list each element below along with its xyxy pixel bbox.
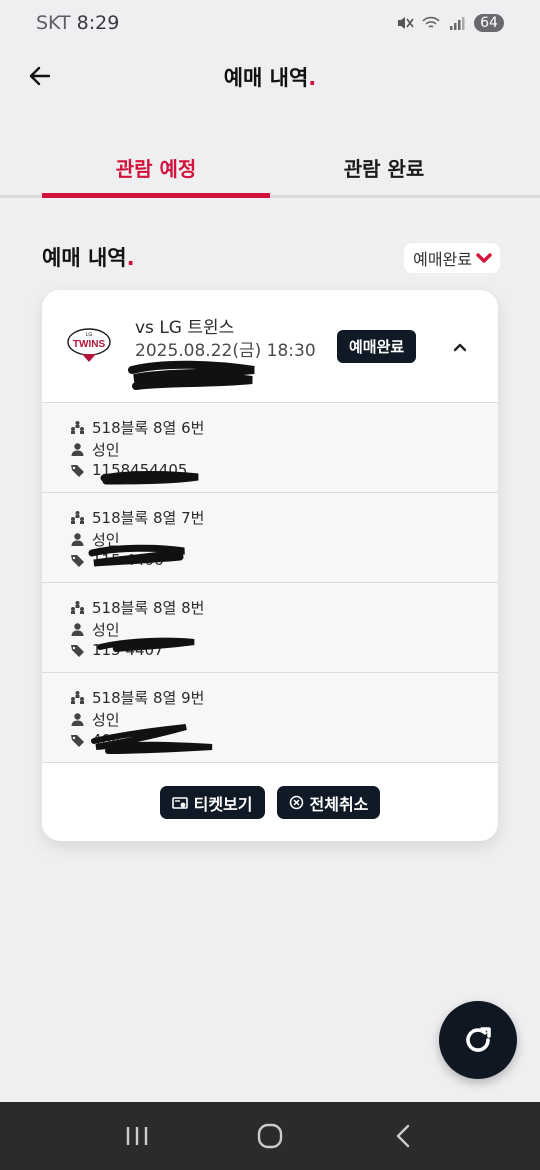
redaction-scribble: [91, 724, 213, 754]
app-header: 예매 내역.: [0, 46, 540, 108]
redaction-scribble: [128, 360, 255, 390]
tag-icon: [71, 644, 84, 657]
seat-block-icon: [71, 691, 84, 704]
cancel-all-button[interactable]: 전체취소: [276, 786, 381, 819]
tab-upcoming[interactable]: 관람 예정: [42, 140, 270, 198]
tab-bar: 관람 예정 관람 완료: [0, 140, 540, 198]
status-filter-value: 예매완료: [413, 250, 472, 269]
lg-twins-logo: LG TWINS: [67, 328, 111, 362]
tag-icon: [71, 464, 84, 477]
seat-info: 518블록 8열 7번: [70, 507, 204, 528]
seat-info: 518블록 8열 9번: [70, 687, 204, 708]
seat-row: 518블록 8열 7번 성인 115 4406: [42, 493, 498, 583]
redaction-scribble: [100, 471, 199, 485]
clock: 8:29: [76, 12, 120, 34]
arrow-left-icon: [29, 66, 51, 86]
person-icon: [71, 623, 84, 636]
booking-card-header: LG TWINS vs LG 트윈스 2025.08.22(금) 18:30 예…: [42, 290, 498, 403]
ticket-type-label: 성인: [92, 441, 120, 459]
booking-status-badge: 예매완료: [337, 330, 417, 363]
signal-icon: [450, 17, 465, 30]
home-button[interactable]: [250, 1116, 290, 1156]
chevron-down-icon: [476, 253, 492, 263]
person-icon: [71, 533, 84, 546]
carrier-label: SKT: [36, 12, 71, 34]
chevron-left-icon: [397, 1124, 410, 1148]
chevron-up-icon[interactable]: [449, 336, 471, 358]
tag-icon: [71, 554, 84, 567]
tab-watched[interactable]: 관람 완료: [270, 140, 498, 195]
seat-info: 518블록 8열 8번: [70, 597, 204, 618]
refresh-icon: [466, 1027, 491, 1052]
battery-indicator: 64: [474, 14, 504, 32]
ticket-type: 성인: [70, 439, 120, 460]
view-ticket-button[interactable]: 티켓보기: [159, 786, 265, 819]
seat-block-icon: [71, 421, 84, 434]
page-title-dot: .: [308, 66, 317, 90]
redaction-scribble: [97, 637, 195, 652]
logo-small-text: LG: [86, 332, 93, 338]
mute-icon: [398, 17, 414, 29]
section-title: 예매 내역.: [42, 242, 135, 272]
page-title-text: 예매 내역: [223, 66, 309, 90]
seat-block-icon: [71, 511, 84, 524]
wifi-icon: [422, 16, 440, 28]
seat-label: 518블록 8열 7번: [92, 509, 205, 527]
match-datetime: 2025.08.22(금) 18:30: [135, 341, 316, 361]
tag-icon: [71, 734, 84, 747]
seat-row: 518블록 8열 8번 성인 115 4407: [42, 583, 498, 673]
booking-card: LG TWINS vs LG 트윈스 2025.08.22(금) 18:30 예…: [42, 290, 498, 841]
ticket-icon: [171, 796, 188, 809]
person-icon: [71, 443, 84, 456]
cancel-all-label: 전체취소: [309, 794, 369, 814]
page-title: 예매 내역.: [224, 62, 317, 92]
cancel-circle-icon: [289, 795, 303, 810]
system-back-button[interactable]: [383, 1116, 423, 1156]
section-title-dot: .: [126, 246, 135, 270]
section-title-text: 예매 내역: [42, 246, 127, 270]
seat-label: 518블록 8열 6번: [92, 419, 205, 437]
refresh-button[interactable]: [439, 1001, 517, 1079]
match-opponent: vs LG 트윈스: [135, 318, 235, 338]
seat-row: 518블록 8열 9번 성인 408: [42, 673, 498, 763]
person-icon: [71, 713, 84, 726]
seat-info: 518블록 8열 6번: [70, 417, 204, 438]
seat-block-icon: [71, 601, 84, 614]
logo-text: TWINS: [73, 339, 106, 350]
seat-row: 518블록 8열 6번 성인 1158454405: [42, 403, 498, 493]
seat-label: 518블록 8열 8번: [92, 599, 205, 617]
status-bar: SKT 8:29 64: [0, 0, 540, 46]
home-icon: [257, 1123, 283, 1149]
redaction-scribble: [88, 544, 185, 567]
status-filter-dropdown[interactable]: 예매완료: [404, 243, 500, 273]
back-button[interactable]: [26, 62, 54, 90]
status-icons: 64: [396, 14, 504, 32]
system-nav-bar: [0, 1102, 540, 1170]
view-ticket-label: 티켓보기: [193, 794, 253, 814]
recent-apps-button[interactable]: [117, 1116, 157, 1156]
recent-apps-icon: [126, 1127, 147, 1145]
booking-actions: 티켓보기 전체취소: [42, 786, 498, 820]
seat-label: 518블록 8열 9번: [92, 689, 205, 707]
